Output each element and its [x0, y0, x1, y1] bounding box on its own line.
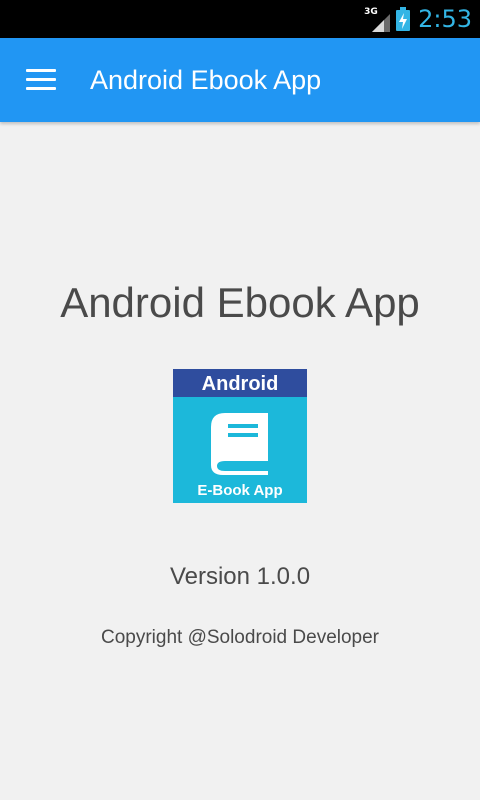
status-icons: 3G 2:53 — [364, 0, 472, 38]
signal-bars-icon — [372, 14, 391, 32]
app-bar: Android Ebook App — [0, 38, 480, 122]
app-logo: Android E-Book App — [173, 369, 307, 503]
hamburger-menu-icon[interactable] — [22, 64, 60, 96]
menu-line — [26, 87, 56, 90]
app-bar-title: Android Ebook App — [90, 65, 322, 95]
about-content: Android Ebook App Android E-Book App Ver… — [0, 122, 480, 800]
version-label: Version 1.0.0 — [169, 563, 311, 590]
battery-charging-icon — [396, 7, 411, 31]
signal-indicator: 3G — [364, 6, 391, 32]
logo-bottom-text: E-Book App — [197, 482, 282, 499]
copyright-label: Copyright @Solodroid Developer — [100, 627, 380, 648]
menu-line — [26, 78, 56, 81]
status-bar: 3G 2:53 — [0, 0, 480, 38]
logo-top-text: Android — [202, 373, 279, 395]
about-app-name: Android Ebook App — [60, 279, 420, 326]
status-clock: 2:53 — [418, 5, 472, 33]
menu-line — [26, 69, 56, 72]
